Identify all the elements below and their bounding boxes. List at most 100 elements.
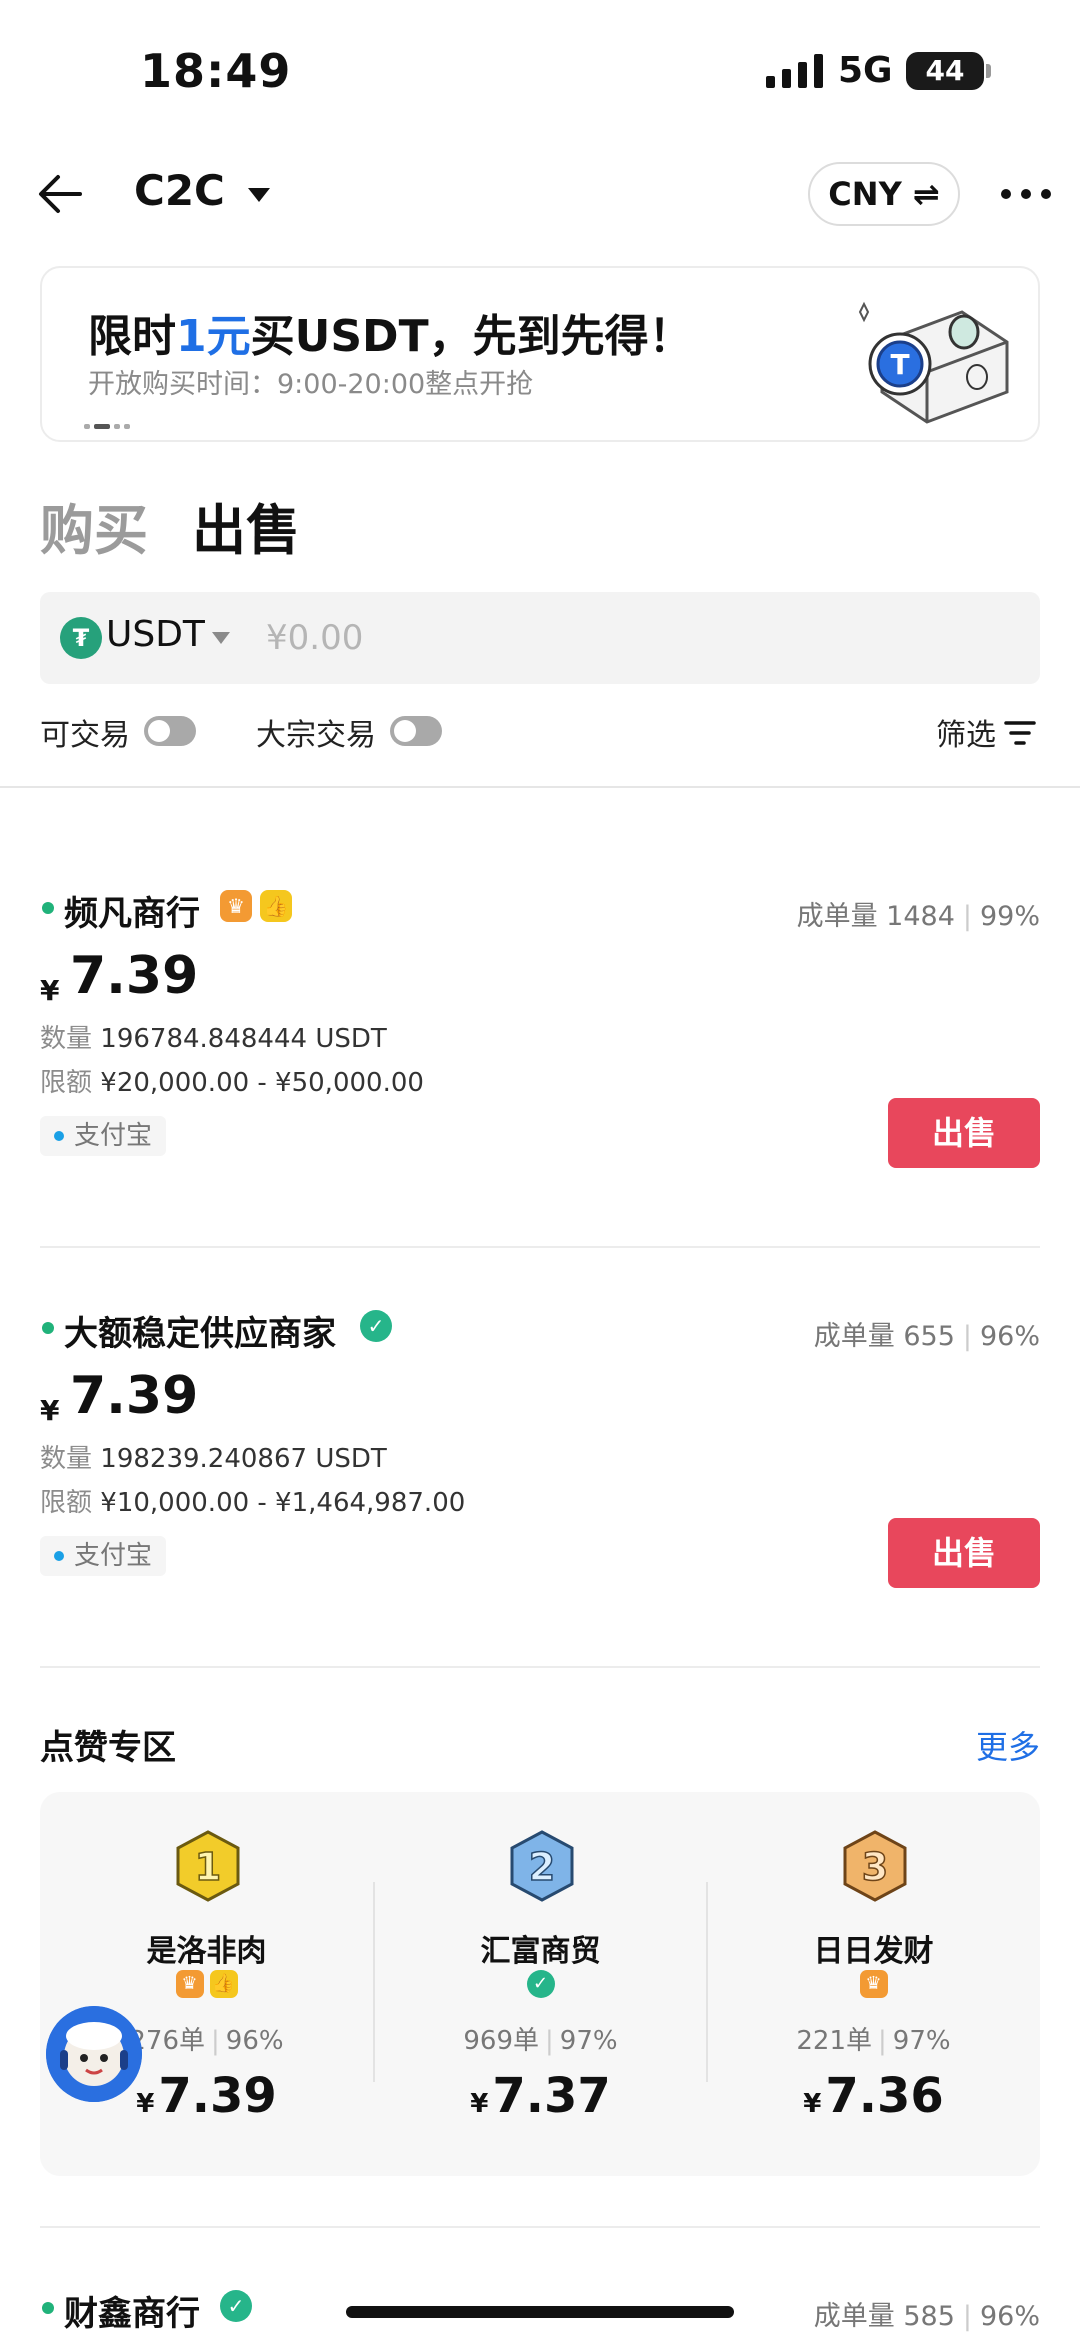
merchant-listing[interactable]: 财鑫商行 ✓ 成单量 585 | 96% [0, 2268, 1080, 2341]
rank-2-medal-icon: 2 [510, 1830, 574, 1902]
completion-rate: 96% [979, 2301, 1040, 2332]
order-count: 969单 [463, 2026, 540, 2056]
stats-separator: | [545, 2026, 554, 2056]
rank-number: 2 [529, 1845, 555, 1889]
currency-symbol: ¥ [470, 2089, 489, 2119]
promo-banner[interactable]: 限时1元买USDT，先到先得！ 开放购买时间：9:00-20:00整点开抢 T [40, 266, 1040, 442]
listing-divider [40, 1666, 1040, 1668]
order-count: 221单 [796, 2026, 873, 2056]
stats-separator: | [962, 2301, 972, 2332]
tab-sell[interactable]: 出售 [192, 486, 300, 565]
banner-title-suffix: 买USDT，先到先得！ [250, 311, 693, 362]
order-count: 成单量 1484 [796, 901, 955, 932]
verified-shield-icon: ✓ [220, 2290, 252, 2322]
merchant-badges: ✓ [374, 1970, 707, 2002]
merchant-listing[interactable]: 大额稳定供应商家 ✓ 成单量 655 | 96% ¥ 7.39 数量 198239.… [0, 1288, 1080, 1588]
likes-zone-panel: 1 是洛非肉 ♛ 👍 276单 | 96% ¥7.39 2 汇富商贸 ✓ 969单 | 9… [40, 1792, 1040, 2176]
banner-pagination-dots [84, 424, 130, 429]
limit-value: ¥20,000.00 - ¥50,000.00 [100, 1068, 424, 1098]
merchant-stats: 成单量 585 | 96% [814, 2294, 1040, 2333]
sell-button[interactable]: 出售 [888, 1518, 1040, 1588]
currency-switch-button[interactable]: CNY ⇌ [808, 162, 960, 226]
tab-buy[interactable]: 购买 [40, 486, 148, 565]
rank-number: 1 [195, 1845, 221, 1889]
unit-price: 7.36 [825, 2068, 944, 2124]
online-status-dot [42, 2302, 54, 2314]
banner-title-highlight: 1元 [176, 311, 251, 362]
online-status-dot [42, 902, 54, 914]
featured-merchant-card[interactable]: 3 日日发财 ♛ 221单 | 97% ¥7.36 [707, 1792, 1040, 2176]
section-divider [0, 786, 1080, 788]
featured-merchant-card[interactable]: 1 是洛非肉 ♛ 👍 276单 | 96% ¥7.39 [40, 1792, 373, 2176]
caret-down-icon[interactable] [212, 632, 230, 644]
search-bar: ₮ USDT [40, 592, 1040, 684]
tradable-label: 可交易 [40, 718, 130, 753]
featured-merchant-name: 是洛非肉 [146, 1934, 267, 1969]
rank-1-medal-icon: 1 [176, 1830, 240, 1902]
limit-row: 限额 ¥10,000.00 - ¥1,464,987.00 [40, 1482, 465, 1519]
bulk-trade-toggle[interactable] [390, 716, 442, 746]
currency-symbol: ¥ [136, 2089, 155, 2119]
quantity-value: 196784.848444 USDT [100, 1024, 387, 1054]
limit-label: 限额 [40, 1488, 93, 1518]
unit-price: 7.39 [70, 1366, 199, 1426]
currency-symbol: ¥ [803, 2089, 822, 2119]
crown-badge-icon: ♛ [175, 1970, 204, 1998]
listing-divider [40, 2226, 1040, 2228]
crown-badge-icon: ♛ [220, 890, 252, 922]
quantity-label: 数量 [40, 1024, 93, 1054]
merchant-stats: 成单量 1484 | 99% [797, 894, 1040, 933]
thumbs-up-badge-icon: 👍 [209, 1970, 238, 1998]
stats-separator: | [878, 2026, 887, 2056]
merchant-badges: ♛ 👍 [40, 1970, 373, 2002]
verified-shield-icon: ✓ [526, 1970, 555, 1998]
tradable-toggle[interactable] [144, 716, 196, 746]
merchant-name[interactable]: 大额稳定供应商家 [64, 1306, 336, 1355]
verified-shield-icon: ✓ [360, 1310, 392, 1342]
currency-symbol: ¥ [40, 974, 60, 1007]
usdt-coin-illustration: T [858, 301, 1009, 424]
filter-icon[interactable] [1004, 720, 1036, 746]
stats-separator: | [962, 1321, 972, 1352]
likes-zone-title: 点赞专区 [40, 1728, 176, 1768]
more-icon[interactable] [1000, 188, 1052, 200]
status-time: 18:49 [140, 44, 292, 98]
order-count: 成单量 585 [813, 2301, 955, 2332]
listing-divider [40, 1246, 1040, 1248]
completion-rate: 96% [225, 2026, 284, 2056]
payment-method-tag: 支付宝 [40, 1116, 167, 1156]
merchant-name[interactable]: 频凡商行 [64, 886, 200, 935]
bulk-trade-label: 大宗交易 [256, 718, 376, 753]
status-bar: 18:49 5G 44 [0, 0, 1080, 140]
order-count: 成单量 655 [813, 1321, 955, 1352]
featured-merchant-stats: 969单 | 97% [374, 2020, 707, 2057]
page-title[interactable]: C2C [134, 166, 225, 215]
filter-button[interactable]: 筛选 [936, 710, 996, 754]
back-arrow-icon[interactable] [36, 172, 84, 216]
banner-title: 限时1元买USDT，先到先得！ [88, 300, 693, 364]
featured-merchant-card[interactable]: 2 汇富商贸 ✓ 969单 | 97% ¥7.37 [374, 1792, 707, 2176]
completion-rate: 96% [979, 1321, 1040, 1352]
unit-price: 7.37 [492, 2068, 611, 2124]
limit-row: 限额 ¥20,000.00 - ¥50,000.00 [40, 1062, 424, 1099]
thumbs-up-badge-icon: 👍 [260, 890, 292, 922]
sell-button[interactable]: 出售 [888, 1098, 1040, 1168]
amount-input[interactable] [266, 612, 966, 664]
merchant-stats: 成单量 655 | 96% [814, 1314, 1040, 1353]
crown-badge-icon: ♛ [859, 1970, 888, 1998]
online-status-dot [42, 1322, 54, 1334]
quantity-value: 198239.240867 USDT [100, 1444, 387, 1474]
usdt-coin-icon[interactable]: ₮ [60, 617, 102, 659]
featured-merchant-stats: 221单 | 97% [707, 2020, 1040, 2057]
battery-cap [986, 64, 991, 78]
completion-rate: 97% [892, 2026, 951, 2056]
coin-selector[interactable]: USDT [106, 614, 205, 655]
limit-value: ¥10,000.00 - ¥1,464,987.00 [100, 1488, 466, 1518]
merchant-listing[interactable]: 频凡商行 ♛ 👍 成单量 1484 | 99% ¥ 7.39 数量 196784.8… [0, 868, 1080, 1168]
unit-price: 7.39 [70, 946, 199, 1006]
assistant-avatar-icon[interactable] [46, 2006, 142, 2102]
caret-down-icon[interactable] [248, 188, 270, 202]
more-link[interactable]: 更多 [976, 1722, 1040, 1768]
merchant-badges: ♛ [707, 1970, 1040, 2002]
merchant-name[interactable]: 财鑫商行 [64, 2286, 200, 2335]
